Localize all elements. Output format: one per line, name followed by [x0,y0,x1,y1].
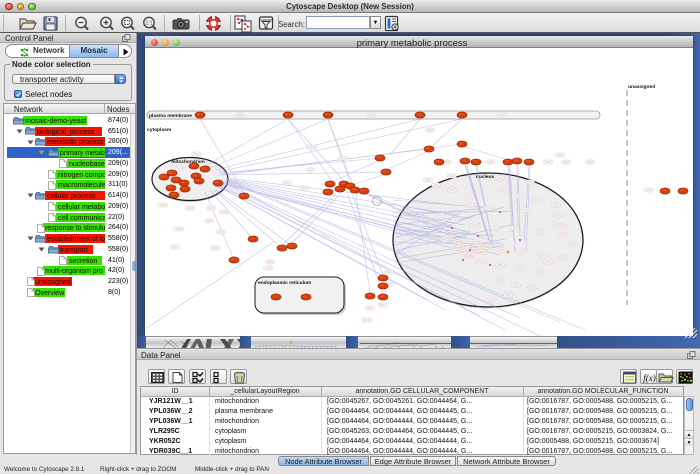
svg-text:cytoplasm: cytoplasm [147,127,172,133]
svg-text:f(x): f(x) [643,373,656,383]
svg-text:unassigned: unassigned [628,84,655,90]
svg-text:mitochondrion: mitochondrion [171,159,205,165]
svg-text:plasma membrane: plasma membrane [149,113,192,119]
svg-text:1:1: 1:1 [146,20,153,26]
svg-text:endoplasmic reticulum: endoplasmic reticulum [258,280,312,286]
